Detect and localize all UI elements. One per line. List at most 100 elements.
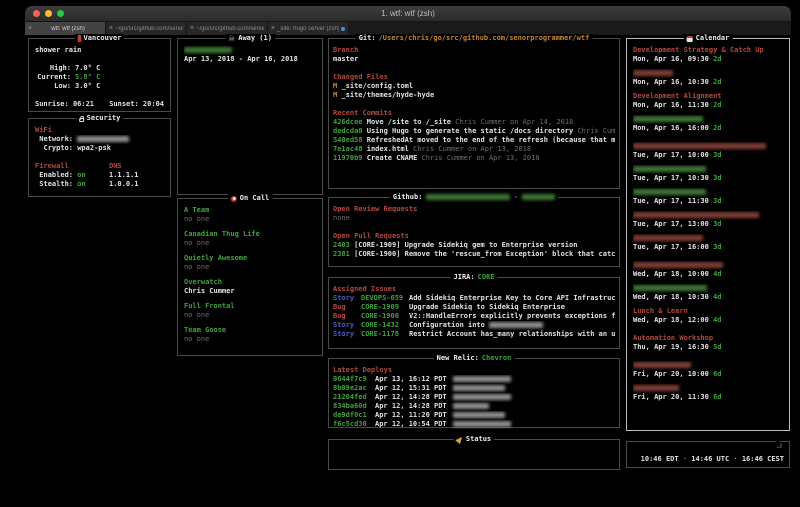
team-name: Full Frontal xyxy=(184,302,316,311)
panel-title-text: Status xyxy=(466,435,491,444)
event-datetime: Mon, Apr 16, 16:00 xyxy=(633,124,709,132)
event-title: Development Strategy & Catch Up xyxy=(633,46,783,55)
temp-value: 5.8° C xyxy=(75,73,100,82)
calendar-panel-title: Calendar xyxy=(684,34,733,43)
commit-message: RefreshedAt moved to the end of the refr… xyxy=(367,136,615,144)
world-clocks: 10:46 EDT · 14:46 UTC · 16:46 CEST xyxy=(641,455,784,463)
deploy-hash: f6c5cd30 xyxy=(333,420,375,429)
event-title-redacted xyxy=(633,116,703,122)
tab-label: ~/go/src/github.com/senor... xyxy=(115,26,183,32)
issue-key: CORE-1900 xyxy=(361,312,409,321)
team-name: Canadian Thug Life xyxy=(184,230,316,239)
deploy-author-redacted xyxy=(453,403,489,409)
event-countdown: 3d xyxy=(713,174,721,182)
assigned-issues-header: Assigned Issues xyxy=(333,285,615,294)
commit-row: 11970b9 Create CNAME Chris Cummer on Apr… xyxy=(333,154,615,163)
event-time: Mon, Apr 16, 16:00 2d xyxy=(633,124,783,133)
panel-title-text: Security xyxy=(87,114,121,123)
skull-icon: ☠ xyxy=(228,35,235,42)
event-time: Mon, Apr 16, 11:30 2d xyxy=(633,101,783,110)
close-tab-icon[interactable]: × xyxy=(28,25,32,32)
file-path: _site/themes/hyde-hyde xyxy=(341,91,434,99)
deploy-row: de9df0c1Apr 12, 11:20 PDT xyxy=(333,411,615,420)
network-row: Network: xyxy=(35,135,164,144)
deploy-author xyxy=(453,420,615,429)
commit-list: 426dcee Move /site to /_site Chris Cumme… xyxy=(333,118,615,163)
weather-temp-row: Low:3.0° C xyxy=(35,82,164,91)
close-tab-icon[interactable]: × xyxy=(109,25,113,32)
event-datetime: Thu, Apr 19, 16:30 xyxy=(633,343,709,351)
calendar-event: Mon, Apr 16, 10:30 2d xyxy=(633,69,783,87)
file-status-marker: M xyxy=(333,91,337,99)
firewall-setting: Stealth: on xyxy=(35,180,109,189)
firewall-setting: Enabled: on xyxy=(35,171,109,180)
event-time: Wed, Apr 18, 10:00 4d xyxy=(633,270,783,279)
event-countdown: 3d xyxy=(713,151,721,159)
event-title xyxy=(633,234,783,243)
event-title xyxy=(633,142,783,151)
clock-cest: 16:46 CEST xyxy=(742,455,784,463)
panel-newrelic[interactable]: New Relic: Chevron Latest Deploys 0644f7… xyxy=(328,358,620,428)
event-title-redacted xyxy=(633,166,706,172)
team-name: Team Goose xyxy=(184,326,316,335)
commit-message: Move /site to /_site xyxy=(367,118,451,126)
minimize-window-button[interactable] xyxy=(45,10,52,17)
panel-github[interactable]: Github: - Open Review Requests none Open… xyxy=(328,197,620,267)
crypto-row: Crypto: wpa2-psk xyxy=(35,144,164,153)
branch-header: Branch xyxy=(333,46,615,55)
panel-jira[interactable]: JIRA: CORE Assigned Issues StoryDEVOPS-6… xyxy=(328,277,620,349)
terminal-tab[interactable]: ×_site: hugo server (zsh) xyxy=(268,22,349,35)
oncall-person: no one xyxy=(184,263,316,272)
event-countdown: 2d xyxy=(713,78,721,86)
deploy-hash: 0644f7c9 xyxy=(333,375,375,384)
window-titlebar[interactable]: 1. wtf: wtf (zsh) xyxy=(25,6,791,22)
security-lock-icon xyxy=(79,118,84,122)
newrelic-app: Chevron xyxy=(482,354,512,363)
event-time: Wed, Apr 18, 10:30 4d xyxy=(633,293,783,302)
event-countdown: 4d xyxy=(713,293,721,301)
away-person-name xyxy=(184,47,232,53)
commit-hash: 540ed58 xyxy=(333,136,363,144)
event-title: Development Alignment xyxy=(633,92,783,101)
oncall-team: Full Frontalno one xyxy=(184,302,316,320)
event-countdown: 3d xyxy=(713,220,721,228)
close-window-button[interactable] xyxy=(33,10,40,17)
calendar-event: Tue, Apr 17, 13:00 3d xyxy=(633,211,783,229)
panel-clocks[interactable]: ☽ 10:46 EDT · 14:46 UTC · 16:46 CEST xyxy=(626,441,790,468)
panel-away[interactable]: ☠ Away (1) Apr 13, 2018 - Apr 16, 2018 xyxy=(177,38,323,195)
tab-label: _site: hugo server (zsh) xyxy=(277,26,339,32)
git-panel-title: Git: /Users/chris/go/src/github.com/seno… xyxy=(356,34,593,43)
panel-git[interactable]: Git: /Users/chris/go/src/github.com/seno… xyxy=(328,38,620,189)
event-datetime: Tue, Apr 17, 10:30 xyxy=(633,174,709,182)
deploy-author-redacted xyxy=(453,376,511,382)
oncall-person: no one xyxy=(184,335,316,344)
event-title xyxy=(633,384,783,393)
close-tab-icon[interactable]: × xyxy=(271,25,275,32)
close-tab-icon[interactable]: × xyxy=(190,25,194,32)
recent-commits-header: Recent Commits xyxy=(333,109,615,118)
commit-hash: 7e1ac48 xyxy=(333,145,363,153)
panel-weather[interactable]: Vancouver shower rain High:7.0° CCurrent… xyxy=(28,38,171,112)
event-datetime: Tue, Apr 17, 16:00 xyxy=(633,243,709,251)
commit-row: dedcda0 Using Hugo to generate the stati… xyxy=(333,127,615,136)
issue-summary: Add Sidekiq Enterprise Key to Core API I… xyxy=(409,294,615,303)
deploy-time: Apr 12, 14:28 PDT xyxy=(375,393,453,402)
event-countdown: 4d xyxy=(713,316,721,324)
panel-calendar[interactable]: Calendar Development Strategy & Catch Up… xyxy=(626,38,790,431)
file-status-marker: M xyxy=(333,82,337,90)
file-path: _site/config.toml xyxy=(341,82,413,90)
pull-request-list: 2403 [CORE-1909] Upgrade Sidekiq gem to … xyxy=(333,241,615,259)
issue-type: Story xyxy=(333,330,361,339)
oncall-person: no one xyxy=(184,215,316,224)
panel-security[interactable]: Security WiFi Network: Crypto: wpa2-psk … xyxy=(28,118,171,197)
event-datetime: Wed, Apr 18, 10:30 xyxy=(633,293,709,301)
team-name: Overwatch xyxy=(184,278,316,287)
panel-oncall[interactable]: On Call A Teamno oneCanadian Thug Lifeno… xyxy=(177,198,323,356)
commit-hash: 11970b9 xyxy=(333,154,363,162)
event-datetime: Tue, Apr 17, 13:00 xyxy=(633,220,709,228)
pr-title: [CORE-1900] Remove the 'rescue_from Exce… xyxy=(354,250,615,258)
panel-status[interactable]: Status xyxy=(328,439,620,470)
zoom-window-button[interactable] xyxy=(57,10,64,17)
github-repo-redacted xyxy=(522,194,555,200)
security-row: Stealth: on1.0.0.1 xyxy=(35,180,164,189)
